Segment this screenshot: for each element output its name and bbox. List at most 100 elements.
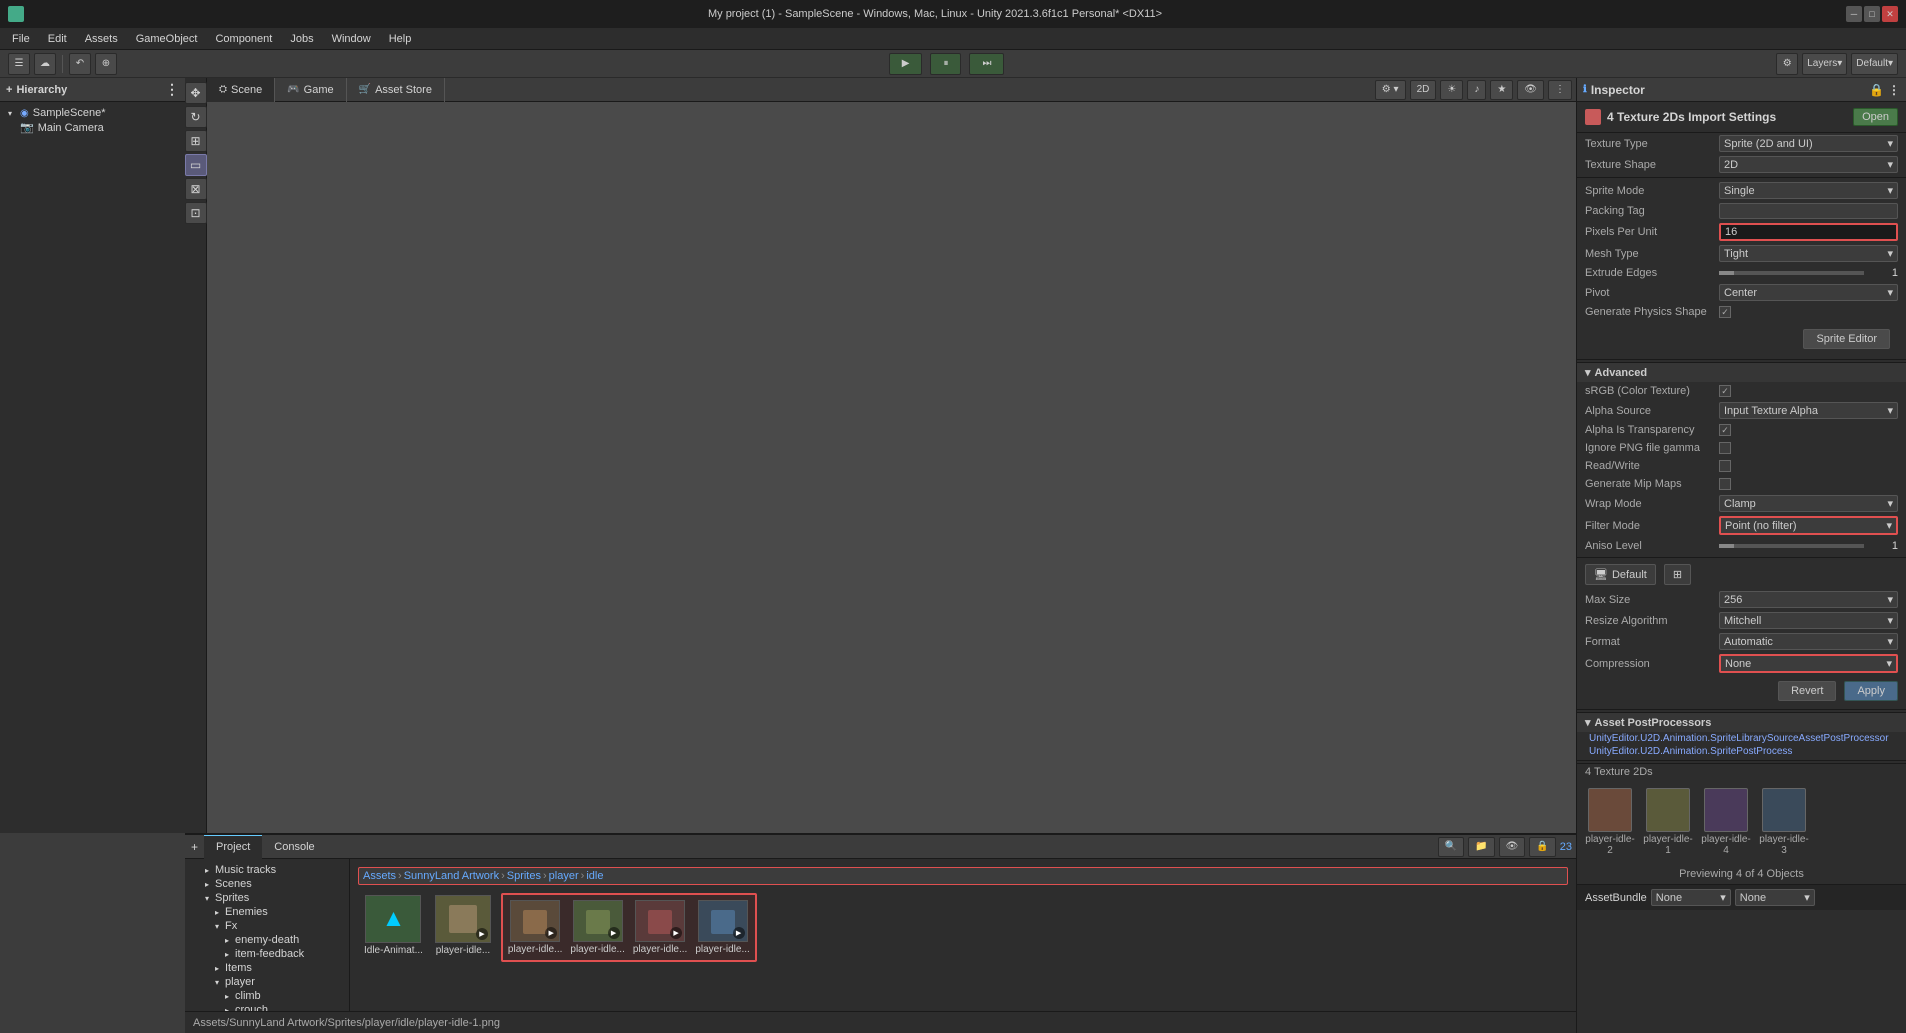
tab-project[interactable]: Project bbox=[204, 835, 262, 859]
layout-dropdown[interactable]: Default ▾ bbox=[1851, 53, 1898, 75]
vp-fx[interactable]: ★ bbox=[1490, 80, 1513, 100]
vp-audio[interactable]: ♪ bbox=[1467, 80, 1486, 100]
pivot-dropdown[interactable]: Center ▾ bbox=[1719, 284, 1898, 301]
asset-post-header[interactable]: ▾ Asset PostProcessors bbox=[1577, 712, 1906, 732]
close-button[interactable]: ✕ bbox=[1882, 6, 1898, 22]
project-lock-icon[interactable]: 🔒 bbox=[1529, 837, 1555, 857]
asset-player-idle-0[interactable]: ▶ player-idle... bbox=[433, 893, 493, 962]
ignore-png-checkbox[interactable] bbox=[1719, 442, 1731, 454]
wrap-dropdown[interactable]: Clamp ▾ bbox=[1719, 495, 1898, 512]
vp-tab-asset-store[interactable]: 🛒 Asset Store bbox=[347, 78, 445, 102]
tree-enemy-death[interactable]: ▸ enemy-death bbox=[185, 933, 349, 947]
texture-shape-dropdown[interactable]: 2D ▾ bbox=[1719, 156, 1898, 173]
bc-sunnyland[interactable]: SunnyLand Artwork bbox=[404, 870, 499, 882]
toolbar-cloud[interactable]: ☁ bbox=[34, 53, 56, 75]
open-button[interactable]: Open bbox=[1853, 108, 1898, 126]
menu-assets[interactable]: Assets bbox=[77, 31, 126, 47]
hier-add-icon[interactable]: + bbox=[6, 84, 12, 96]
inspector-lock-btn[interactable]: 🔒 bbox=[1869, 83, 1884, 97]
bc-assets[interactable]: Assets bbox=[363, 870, 396, 882]
insp-thumb-3[interactable]: player-idle-4 bbox=[1701, 788, 1751, 856]
vp-2d[interactable]: 2D bbox=[1410, 80, 1437, 100]
insp-thumb-2[interactable]: player-idle-1 bbox=[1643, 788, 1693, 856]
collab-btn[interactable]: ⚙ bbox=[1776, 53, 1798, 75]
tree-player[interactable]: ▾ player bbox=[185, 975, 349, 989]
bc-player[interactable]: player bbox=[549, 870, 579, 882]
tool-move[interactable]: ✥ bbox=[185, 82, 207, 104]
vp-tab-scene[interactable]: ⛭ Scene bbox=[207, 78, 275, 102]
at-checkbox[interactable] bbox=[1719, 424, 1731, 436]
default-platform-btn[interactable]: 🖥 Default bbox=[1585, 564, 1656, 585]
vp-more[interactable]: ⋮ bbox=[1548, 80, 1572, 100]
toolbar-undo[interactable]: ↶ bbox=[69, 53, 91, 75]
post-processor-1[interactable]: UnityEditor.U2D.Animation.SpriteLibraryS… bbox=[1577, 732, 1906, 745]
asset-idle-anim[interactable]: ▲ Idle-Animat... bbox=[362, 893, 425, 962]
minimize-button[interactable]: ─ bbox=[1846, 6, 1862, 22]
revert-button[interactable]: Revert bbox=[1778, 681, 1836, 701]
tree-enemies[interactable]: ▸ Enemies bbox=[185, 905, 349, 919]
hier-main-camera[interactable]: 📷 Main Camera bbox=[0, 120, 185, 135]
insp-thumb-4[interactable]: player-idle-3 bbox=[1759, 788, 1809, 856]
tree-crouch[interactable]: ▸ crouch bbox=[185, 1003, 349, 1011]
tree-music[interactable]: ▸ Music tracks bbox=[185, 863, 349, 877]
menu-jobs[interactable]: Jobs bbox=[282, 31, 321, 47]
ra-dropdown[interactable]: Mitchell ▾ bbox=[1719, 612, 1898, 629]
packing-tag-input[interactable] bbox=[1719, 203, 1898, 219]
vp-gizmos[interactable]: ⚙ ▾ bbox=[1375, 80, 1406, 100]
sprite-editor-button[interactable]: Sprite Editor bbox=[1803, 329, 1890, 349]
tool-scale[interactable]: ⊞ bbox=[185, 130, 207, 152]
sprite-mode-dropdown[interactable]: Single ▾ bbox=[1719, 182, 1898, 199]
menu-file[interactable]: File bbox=[4, 31, 38, 47]
gps-checkbox[interactable] bbox=[1719, 306, 1731, 318]
project-eye-icon[interactable]: 👁 bbox=[1499, 837, 1526, 857]
pause-button[interactable]: ⏸ bbox=[930, 53, 961, 75]
tree-fx[interactable]: ▾ Fx bbox=[185, 919, 349, 933]
apply-button[interactable]: Apply bbox=[1844, 681, 1898, 701]
alpha-src-dropdown[interactable]: Input Texture Alpha ▾ bbox=[1719, 402, 1898, 419]
mesh-type-dropdown[interactable]: Tight ▾ bbox=[1719, 245, 1898, 262]
hier-sample-scene[interactable]: ▾ ◉ SampleScene* bbox=[0, 106, 185, 120]
bc-idle[interactable]: idle bbox=[586, 870, 603, 882]
asset-bundle-variant-dropdown[interactable]: None ▾ bbox=[1735, 889, 1815, 906]
tree-climb[interactable]: ▸ climb bbox=[185, 989, 349, 1003]
vp-light[interactable]: ☀ bbox=[1440, 80, 1463, 100]
vp-scene-vis[interactable]: 👁 bbox=[1517, 80, 1544, 100]
mip-checkbox[interactable] bbox=[1719, 478, 1731, 490]
ppu-input[interactable] bbox=[1719, 223, 1898, 241]
menu-gameobject[interactable]: GameObject bbox=[128, 31, 206, 47]
asset-player-idle-1[interactable]: ▶ player-idle... bbox=[506, 898, 564, 957]
project-add-btn[interactable]: + bbox=[185, 840, 204, 854]
bc-sprites[interactable]: Sprites bbox=[507, 870, 541, 882]
play-button[interactable]: ▶ bbox=[889, 53, 923, 75]
insp-thumb-1[interactable]: player-idle-2 bbox=[1585, 788, 1635, 856]
max-size-dropdown[interactable]: 256 ▾ bbox=[1719, 591, 1898, 608]
layers-dropdown[interactable]: Layers ▾ bbox=[1802, 53, 1847, 75]
tool-transform[interactable]: ⊠ bbox=[185, 178, 207, 200]
tool-custom[interactable]: ⊡ bbox=[185, 202, 207, 224]
project-folder-icon[interactable]: 📁 bbox=[1468, 837, 1494, 857]
tab-console[interactable]: Console bbox=[262, 835, 326, 859]
tree-item-feedback[interactable]: ▸ item-feedback bbox=[185, 947, 349, 961]
toolbar-collab[interactable]: ⊕ bbox=[95, 53, 117, 75]
menu-help[interactable]: Help bbox=[381, 31, 420, 47]
tool-rect[interactable]: ▭ bbox=[185, 154, 207, 176]
maximize-button[interactable]: □ bbox=[1864, 6, 1880, 22]
tree-sprites[interactable]: ▾ Sprites bbox=[185, 891, 349, 905]
rw-checkbox[interactable] bbox=[1719, 460, 1731, 472]
asset-player-idle-4[interactable]: ▶ player-idle... bbox=[693, 898, 751, 957]
menu-edit[interactable]: Edit bbox=[40, 31, 75, 47]
project-search-icon[interactable]: 🔍 bbox=[1438, 837, 1464, 857]
aniso-slider[interactable] bbox=[1719, 544, 1864, 548]
vp-tab-game[interactable]: 🎮 Game bbox=[275, 78, 346, 102]
comp-dropdown[interactable]: None ▾ bbox=[1719, 654, 1898, 673]
inspector-more-btn[interactable]: ⋮ bbox=[1888, 83, 1900, 97]
hier-lock-icon[interactable]: ⋮ bbox=[165, 81, 179, 98]
post-processor-2[interactable]: UnityEditor.U2D.Animation.SpritePostProc… bbox=[1577, 745, 1906, 758]
tree-scenes[interactable]: ▸ Scenes bbox=[185, 877, 349, 891]
tool-rotate[interactable]: ↻ bbox=[185, 106, 207, 128]
ee-slider[interactable] bbox=[1719, 271, 1864, 275]
filter-dropdown[interactable]: Point (no filter) ▾ bbox=[1719, 516, 1898, 535]
srgb-checkbox[interactable] bbox=[1719, 385, 1731, 397]
platform-btn-2[interactable]: ⊞ bbox=[1664, 564, 1691, 585]
asset-player-idle-3[interactable]: ▶ player-idle... bbox=[631, 898, 689, 957]
